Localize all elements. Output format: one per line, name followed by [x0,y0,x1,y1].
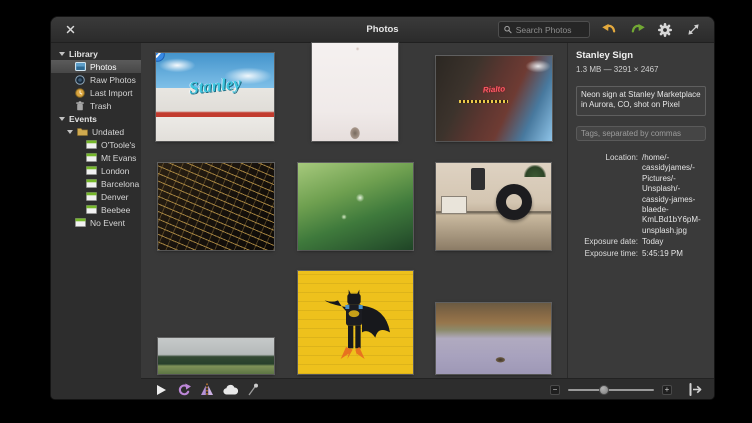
photo-thumbnail-circuit-board[interactable] [158,163,274,250]
exposure-time-value: 5:45:19 PM [642,248,683,258]
rialto-sign-text: Rialto [482,84,506,95]
desk-card [440,196,467,215]
sidebar-item-no-event[interactable]: No Event [51,216,141,229]
sidebar-header-events[interactable]: Events [51,112,141,125]
marquee-lights [459,100,508,104]
photo-thumbnail-smartwatch[interactable] [436,163,551,250]
sidebar-item-last-import[interactable]: Last Import [51,86,141,99]
event-icon [86,192,98,202]
search-box[interactable] [498,21,590,38]
photo-thumbnail-lego-batman[interactable] [298,271,413,374]
sidebar-item-undated[interactable]: Undated [51,125,141,138]
fullscreen-button[interactable] [684,21,702,39]
close-button[interactable] [63,23,77,37]
straighten-button[interactable] [243,381,263,399]
photos-app-window: Photos Search Photos Library Photos Raw … [50,16,715,400]
rotate-button[interactable] [174,381,194,399]
slider-track[interactable] [568,388,654,391]
photo-meta: 1.3 MB — 3291 × 2467 [576,65,659,74]
straighten-wand-icon [248,383,258,396]
close-icon [66,25,74,34]
undo-icon [601,23,615,33]
location-value: /home/- cassidyjames/- Pictures/- Unspla… [642,153,701,235]
gear-icon [658,22,672,37]
exposure-date-value: Today [642,237,664,247]
photos-icon [75,62,87,72]
batman-figure [324,289,391,360]
toggle-info-sidebar-button[interactable] [686,382,704,398]
flip-button[interactable] [197,381,217,399]
enhance-cloud-icon [222,384,238,395]
no-event-icon [75,218,87,228]
photo-info-panel: Stanley Sign 1.3 MB — 3291 × 2467 Neon s… [567,43,714,378]
flip-icon [201,383,213,396]
sidebar-item-event-barcelona[interactable]: Barcelona [51,177,141,190]
watch-ring [495,183,532,220]
redo-button[interactable] [628,21,646,39]
event-icon [86,153,98,163]
titlebar: Photos [51,17,714,43]
photo-grid: Stanley Rialto [141,43,567,378]
slider-handle[interactable] [598,384,609,395]
trash-icon [75,100,87,111]
search-input[interactable] [515,24,584,35]
settings-button[interactable] [656,21,674,39]
stanley-sign-text: Stanley [188,73,242,98]
sidebar-item-event-london[interactable]: London [51,164,141,177]
exposure-time-label: Exposure time: [584,248,638,258]
sidebar-item-event-denver[interactable]: Denver [51,190,141,203]
photo-metadata-fields: Location: /home/- cassidyjames/- Picture… [576,153,706,259]
exposure-date-label: Exposure date: [584,237,638,247]
desk-plant [524,164,547,177]
last-import-icon [75,87,87,98]
selected-check-badge[interactable] [156,53,165,62]
sidebar-item-event-mt-evans[interactable]: Mt Evans [51,151,141,164]
photo-thumbnail-stanley-sign[interactable]: Stanley [156,53,274,141]
event-icon [86,140,98,150]
event-icon [86,179,98,189]
checkmark-icon [156,53,165,62]
enhance-button[interactable] [220,381,240,399]
photo-thumbnail-rialto[interactable]: Rialto [436,56,552,141]
sidebar-item-raw-photos[interactable]: Raw Photos [51,73,141,86]
sidebar-header-library[interactable]: Library [51,47,141,60]
event-icon [86,205,98,215]
photo-thumbnail-duck-pond[interactable] [436,303,551,374]
slideshow-button[interactable] [151,381,171,399]
resize-icon [687,24,699,35]
photo-thumbnail-mountains[interactable] [158,338,274,374]
sidebar-item-event-beebee[interactable]: Beebee [51,203,141,216]
location-label: Location: [605,153,638,162]
sidebar: Library Photos Raw Photos Last Import Tr… [51,43,141,399]
photo-thumbnail-cat[interactable] [312,43,398,141]
disclosure-triangle-icon[interactable] [59,51,65,56]
zoom-out-button[interactable]: − [550,384,560,395]
photo-title: Stanley Sign [576,50,634,61]
tags-input[interactable] [576,126,706,141]
zoom-in-button[interactable]: + [662,384,672,395]
undo-button[interactable] [600,21,618,39]
sidebar-item-trash[interactable]: Trash [51,99,141,112]
redo-icon [631,23,645,33]
rotate-icon [178,382,191,395]
event-icon [86,166,98,176]
disclosure-triangle-icon[interactable] [67,129,73,134]
thumbnail-size-slider[interactable] [568,384,654,395]
music-player [470,168,485,191]
photo-description-field[interactable]: Neon sign at Stanley Marketplace in Auro… [576,86,706,116]
pane-toggle-arrow-icon [689,383,702,396]
sidebar-item-photos[interactable]: Photos [51,60,141,73]
folder-icon [77,127,89,137]
search-icon [504,25,512,34]
raw-photos-icon [75,74,87,85]
disclosure-triangle-icon[interactable] [59,116,65,121]
play-icon [157,384,166,395]
sidebar-item-event-otooles[interactable]: O'Toole's [51,138,141,151]
photo-thumbnail-plant[interactable] [298,163,413,250]
bottom-toolbar: − + [141,378,714,399]
